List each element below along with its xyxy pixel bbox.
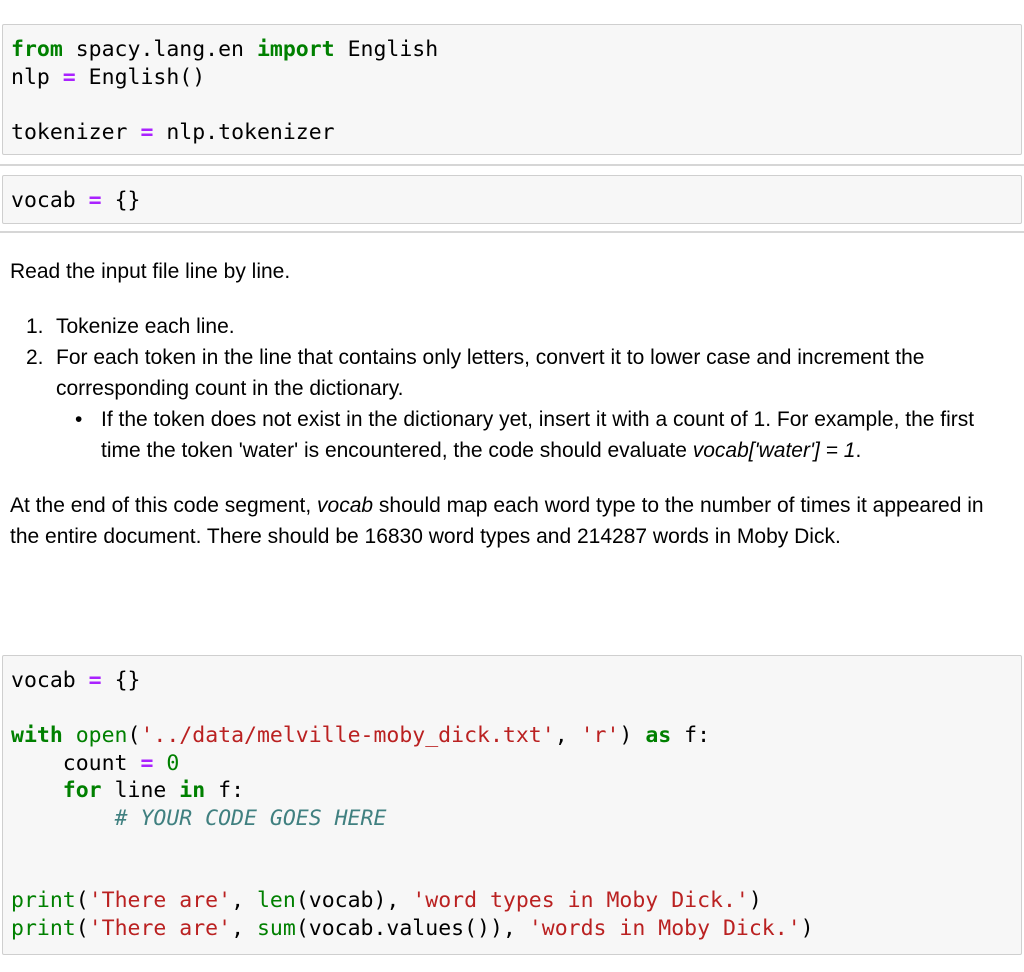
keyword-for: for [62,778,102,803]
code-editor[interactable]: vocab = {} [3,176,1021,215]
code-editor[interactable]: from spacy.lang.en import English nlp = … [3,25,1021,146]
list-number: 2. [26,346,44,369]
string-literal: 'word types in Moby Dick.' [412,888,749,913]
paren: ( [127,723,141,748]
number-zero: 0 [153,750,180,776]
variable-nlp: nlp [11,64,63,90]
keyword-as: as [645,723,672,748]
paren: ) [800,915,814,941]
assign-operator: = [140,119,154,145]
list-number: 1. [26,315,44,338]
keyword-with: with [11,723,63,748]
sub-list: • If the token does not exist in the dict… [56,404,1014,466]
step-text: Tokenize each line. [56,315,235,338]
sum-argument: (vocab.values()), [295,915,529,941]
variable-count: count [11,750,141,776]
paren: ) [619,723,646,748]
cell-divider [0,164,1024,166]
paren: ) [748,888,762,913]
loop-iterable: f: [205,778,245,803]
loop-variable: line [101,778,180,803]
string-literal: 'words in Moby Dick.' [528,915,801,941]
string-path: '../data/melville-moby_dick.txt' [140,723,555,748]
comma: , [231,888,257,913]
file-handle: f: [671,723,711,748]
string-literal: 'There are' [88,915,232,941]
code-cell-vocab-init[interactable]: vocab = {} [2,175,1022,224]
string-mode: 'r' [580,723,620,748]
code-cell-vocab-count[interactable]: vocab = {} with open('../data/melville-m… [2,655,1022,955]
bullet-icon: • [75,408,83,431]
step-text: For each token in the line that contains… [56,346,925,400]
list-item: 2. For each token in the line that contai… [10,342,1014,466]
class-name: English [334,37,439,62]
assign-operator: = [62,64,76,90]
len-argument: (vocab), [295,888,413,913]
variable-vocab: vocab [11,188,89,213]
module-name: spacy.lang.en [62,37,257,62]
assign-operator: = [140,750,154,776]
builtin-print: print [11,915,76,941]
comma: , [231,915,257,941]
builtin-open: open [62,723,128,748]
keyword-import: import [256,37,335,62]
comma: , [554,723,581,748]
tokenizer-attr: nlp.tokenizer [153,119,335,145]
english-call: English() [75,64,206,90]
outro-paragraph: At the end of this code segment, vocab s… [10,490,1014,552]
variable-vocab: vocab [11,668,89,693]
code-editor[interactable]: vocab = {} with open('../data/melville-m… [3,656,1021,942]
variable-tokenizer: tokenizer [11,119,141,145]
list-item: 1. Tokenize each line. [10,311,1014,342]
builtin-len: len [256,888,296,913]
intro-paragraph: Read the input file line by line. [10,260,291,283]
code-comment: # YOUR CODE GOES HERE [114,805,387,831]
assign-operator: = [88,188,102,213]
emphasis-text: vocab [317,494,374,517]
builtin-sum: sum [256,915,296,941]
keyword-in: in [179,778,206,803]
emphasis-text: vocab['water'] = 1 [692,439,856,462]
outro-text: At the end of this code segment, [10,494,318,517]
list-item: • If the token does not exist in the dict… [56,404,1014,466]
markdown-cell: Read the input file line by line. 1. Toke… [10,256,1014,552]
empty-dict: {} [101,188,141,213]
keyword-from: from [11,37,63,62]
code-cell-imports[interactable]: from spacy.lang.en import English nlp = … [2,24,1022,155]
steps-list: 1. Tokenize each line. 2. For each token i… [10,311,1014,466]
paren: ( [75,888,89,913]
builtin-print: print [11,888,76,913]
cell-divider [0,231,1024,233]
empty-dict: {} [101,668,141,693]
sub-text-end: . [855,439,862,462]
assign-operator: = [88,668,102,693]
string-literal: 'There are' [88,888,232,913]
paren: ( [75,915,89,941]
